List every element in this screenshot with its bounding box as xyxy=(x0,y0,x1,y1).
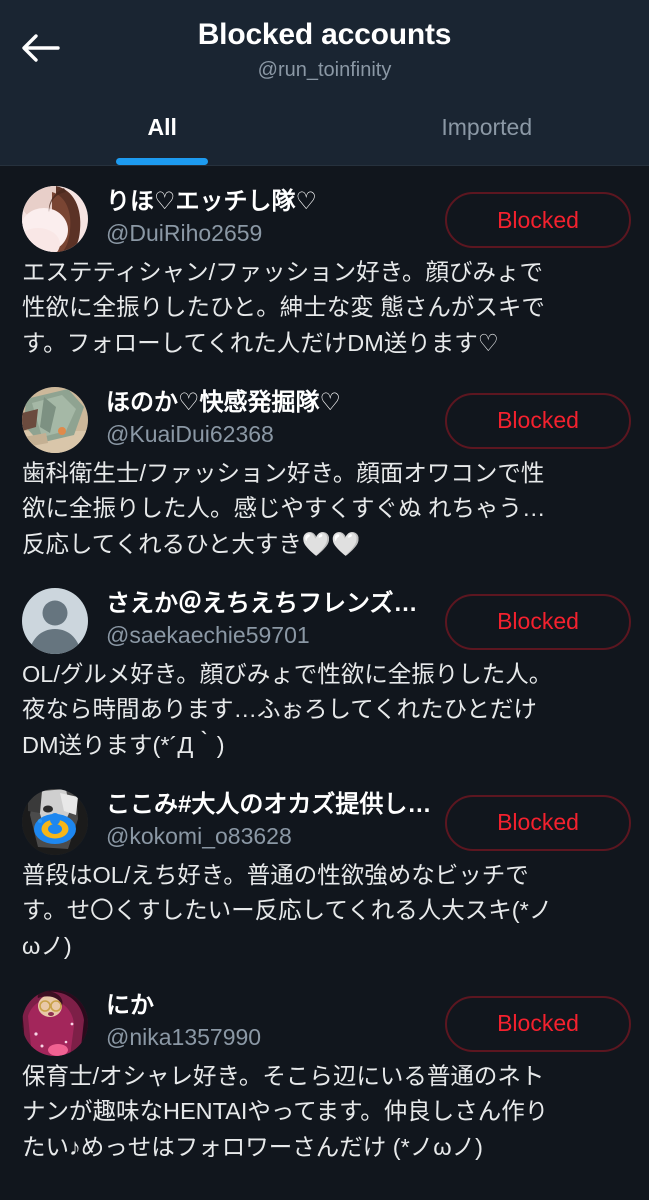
page-title: Blocked accounts xyxy=(197,18,452,51)
blocked-button[interactable]: Blocked xyxy=(445,794,631,851)
avatar-image-photo-pink xyxy=(22,186,88,252)
list-item[interactable]: りほ♡エッチし隊♡ @DuiRiho2659 Blocked エステティシャン/… xyxy=(0,166,649,367)
page-subtitle-handle: @run_toinfinity xyxy=(257,58,392,81)
account-bio: 普段はOL/えち好き。普通の性欲強めなビッチです。せ〇くすしたいー反応してくれる… xyxy=(22,862,553,959)
blocked-button[interactable]: Blocked xyxy=(445,995,631,1052)
avatar[interactable] xyxy=(22,386,88,453)
list-item[interactable]: にか @nika1357990 Blocked 保育士/オシャレ好き。そこら辺に… xyxy=(0,970,649,1171)
tab-bar: All Imported xyxy=(0,96,649,166)
avatar-image-default-person-icon xyxy=(22,587,88,654)
back-button[interactable] xyxy=(16,24,64,72)
avatar[interactable] xyxy=(22,186,88,252)
avatar[interactable] xyxy=(22,587,88,654)
account-display-name: ほのか♡快感発掘隊♡ xyxy=(106,388,342,416)
account-bio: 歯科衛生士/ファッション好き。顔面オワコンで性欲に全振りした人。感じやすくすぐぬ… xyxy=(22,460,546,557)
tab-all-label: All xyxy=(147,114,177,140)
avatar-image-photo-magenta xyxy=(22,989,88,1056)
avatar[interactable] xyxy=(22,788,88,855)
list-item[interactable]: さえか＠えちえちフレンズが… @saekaechie59701 Blocked … xyxy=(0,568,649,769)
blocked-accounts-list[interactable]: りほ♡エッチし隊♡ @DuiRiho2659 Blocked エステティシャン/… xyxy=(0,166,649,1200)
account-handle: @KuaiDui62368 xyxy=(106,421,274,448)
account-display-name: さえか＠えちえちフレンズが… xyxy=(106,589,435,617)
account-handle: @nika1357990 xyxy=(106,1024,262,1051)
avatar-image-photo-green xyxy=(22,386,88,453)
blocked-button[interactable]: Blocked xyxy=(445,593,631,650)
tab-imported-label: Imported xyxy=(441,114,533,140)
account-bio: 保育士/オシャレ好き。そこら辺にいる普通のネトナンが趣味なHENTAIやってます… xyxy=(22,1063,549,1160)
account-display-name: りほ♡エッチし隊♡ xyxy=(106,188,318,215)
account-handle: @saekaechie59701 xyxy=(106,622,310,649)
blocked-accounts-screen: Blocked accounts @run_toinfinity All Imp… xyxy=(0,0,649,1200)
account-bio: OL/グルメ好き。顔びみょで性欲に全振りした人。夜なら時間あります…ふぉろしてく… xyxy=(22,661,553,758)
account-display-name: にか xyxy=(106,991,154,1019)
header-title-block: Blocked accounts @run_toinfinity xyxy=(0,0,649,85)
arrow-left-icon xyxy=(20,31,60,65)
tab-all[interactable]: All xyxy=(0,96,325,165)
account-handle: @DuiRiho2659 xyxy=(106,220,263,247)
avatar-image-photo-pacifier xyxy=(22,788,88,855)
blocked-button[interactable]: Blocked xyxy=(445,192,631,248)
account-bio: エステティシャン/ファッション好き。顔びみょで性欲に全振りしたひと。紳士な変 態… xyxy=(22,259,545,356)
tab-imported[interactable]: Imported xyxy=(325,96,649,165)
avatar[interactable] xyxy=(22,989,88,1056)
list-item[interactable]: ここみ#大人のオカズ提供し… @kokomi_o83628 Blocked 普段… xyxy=(0,769,649,970)
account-handle: @kokomi_o83628 xyxy=(106,823,292,850)
account-display-name: ここみ#大人のオカズ提供し… xyxy=(106,790,432,818)
app-header: Blocked accounts @run_toinfinity xyxy=(0,0,649,96)
blocked-button[interactable]: Blocked xyxy=(445,392,631,449)
tab-active-indicator xyxy=(116,158,209,165)
list-item[interactable]: ほのか♡快感発掘隊♡ @KuaiDui62368 Blocked 歯科衛生士/フ… xyxy=(0,367,649,568)
